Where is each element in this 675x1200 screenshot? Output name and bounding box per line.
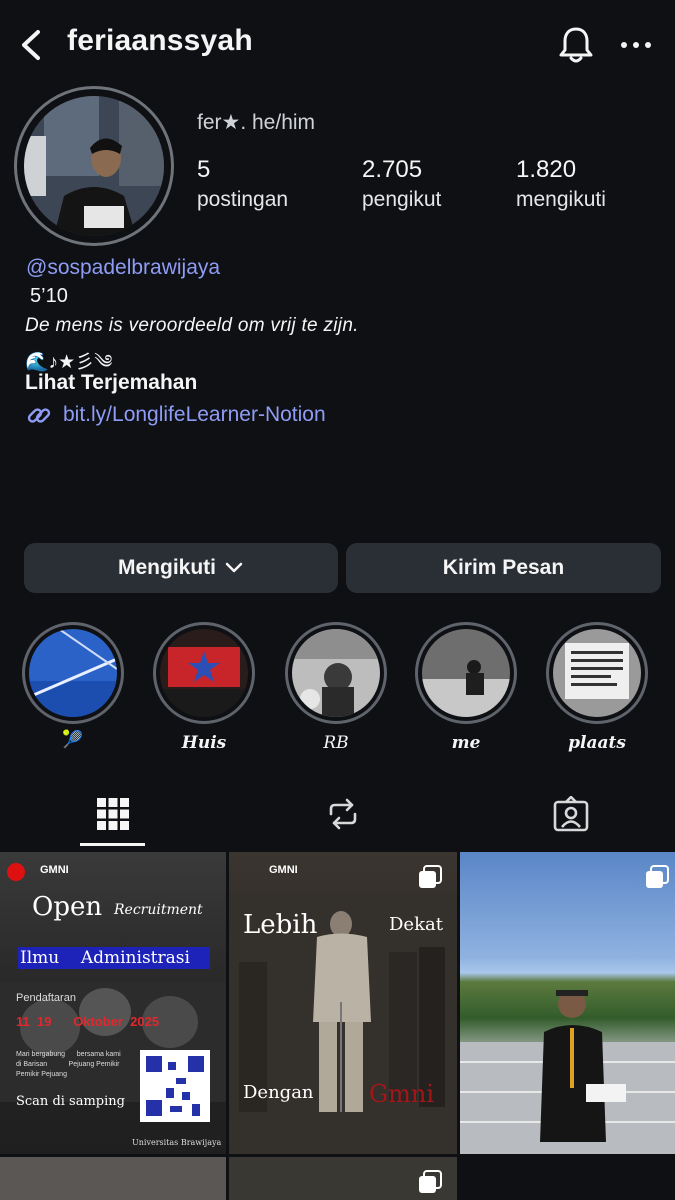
profile-name-pronouns: fer★. he/him bbox=[197, 111, 316, 134]
highlight-ring bbox=[22, 622, 124, 724]
highlight-huis[interactable] bbox=[153, 622, 255, 724]
highlight-ring bbox=[285, 622, 387, 724]
see-translation-button[interactable]: Lihat Terjemahan bbox=[25, 371, 197, 395]
post-tile-5[interactable] bbox=[229, 1157, 457, 1200]
following-label: Mengikuti bbox=[118, 556, 216, 579]
highlight-label-me: me bbox=[451, 733, 481, 753]
highlight-ring bbox=[153, 622, 255, 724]
stat-following[interactable]: 1.820 mengikuti bbox=[516, 156, 606, 212]
post-dates: 11 19 Oktober 2025 bbox=[16, 1014, 160, 1029]
post-word-dekat: Dekat bbox=[389, 914, 443, 935]
bio-external-link[interactable]: bit.ly/LonglifeLearner-Notion bbox=[25, 401, 326, 429]
post-word-dengan: Dengan bbox=[243, 1082, 314, 1103]
following-button[interactable]: Mengikuti bbox=[24, 543, 338, 593]
chevron-down-icon bbox=[225, 562, 243, 573]
more-options-icon[interactable] bbox=[616, 36, 656, 54]
stat-posts[interactable]: 5 postingan bbox=[197, 156, 288, 212]
highlight-label-huis: Huis bbox=[181, 733, 227, 753]
highlight-1[interactable] bbox=[22, 622, 124, 724]
reposts-tab-icon[interactable] bbox=[325, 796, 361, 832]
stat-followers-value: 2.705 bbox=[362, 156, 423, 183]
tagged-tab-icon[interactable] bbox=[553, 796, 589, 832]
highlight-cover bbox=[292, 629, 380, 717]
stat-followers-label: pengikut bbox=[362, 188, 442, 211]
bio-link-text: bit.ly/LonglifeLearner-Notion bbox=[63, 403, 326, 426]
highlight-cover bbox=[160, 629, 248, 717]
back-arrow-icon[interactable] bbox=[14, 26, 48, 64]
highlight-label-rb: RB bbox=[323, 733, 349, 753]
carousel-icon bbox=[419, 865, 442, 888]
post-footer: Universitas Brawijaya bbox=[132, 1138, 222, 1147]
highlight-me[interactable] bbox=[415, 622, 517, 724]
highlight-rb[interactable] bbox=[285, 622, 387, 724]
post-tile-empty bbox=[460, 1157, 675, 1200]
stat-posts-label: postingan bbox=[197, 188, 289, 211]
profile-username: feriaanssyah bbox=[67, 24, 253, 57]
bio-height: 5’10 bbox=[30, 285, 68, 307]
highlight-cover bbox=[29, 629, 117, 717]
post-recruitment[interactable]: GMNI Open Recruitment Ilmu Administrasi … bbox=[0, 852, 226, 1154]
post-reg-label: Pendaftaran bbox=[16, 992, 76, 1004]
stat-followers[interactable]: 2.705 pengikut bbox=[362, 156, 441, 212]
post-outdoor-photo[interactable] bbox=[460, 852, 675, 1154]
highlight-ring bbox=[415, 622, 517, 724]
send-message-button[interactable]: Kirim Pesan bbox=[346, 543, 661, 593]
highlight-label-1: 🎾 bbox=[62, 730, 84, 750]
highlight-ring bbox=[546, 622, 648, 724]
notification-bell-icon[interactable] bbox=[556, 24, 596, 66]
highlight-cover bbox=[422, 629, 510, 717]
post-scan: Scan di samping bbox=[16, 1094, 125, 1109]
highlight-cover bbox=[553, 629, 641, 717]
post-lebih-dekat[interactable]: GMNI Lebih Dekat Dengan Gmni bbox=[229, 852, 457, 1154]
highlight-plaats[interactable] bbox=[546, 622, 648, 724]
carousel-icon bbox=[419, 1170, 442, 1193]
stat-following-label: mengikuti bbox=[516, 188, 606, 211]
post-org-label: GMNI bbox=[269, 864, 298, 876]
bio-mention-link[interactable]: @sospadelbrawijaya bbox=[26, 256, 220, 280]
post-invite: Mari bergabung bersama kami di Barisan P… bbox=[16, 1051, 121, 1078]
carousel-icon bbox=[646, 865, 669, 888]
stat-posts-value: 5 bbox=[197, 156, 211, 183]
post-org-label: GMNI bbox=[40, 864, 69, 876]
post-word-lebih: Lebih bbox=[243, 910, 318, 940]
post-word-gmni: Gmni bbox=[369, 1080, 435, 1108]
bio-quote: De mens is veroordeeld om vrij te zijn. bbox=[25, 315, 359, 336]
post-banner: Ilmu Administrasi bbox=[20, 948, 190, 968]
highlight-label-plaats: plaats bbox=[568, 733, 626, 753]
post-title-open: Open bbox=[32, 892, 103, 922]
grid-tab-icon[interactable] bbox=[96, 797, 130, 831]
stat-following-value: 1.820 bbox=[516, 156, 577, 183]
profile-avatar[interactable] bbox=[24, 96, 164, 236]
link-icon bbox=[27, 408, 51, 423]
active-tab-indicator bbox=[80, 843, 145, 846]
post-subtitle: Recruitment bbox=[114, 902, 203, 918]
post-tile-4[interactable] bbox=[0, 1157, 226, 1200]
